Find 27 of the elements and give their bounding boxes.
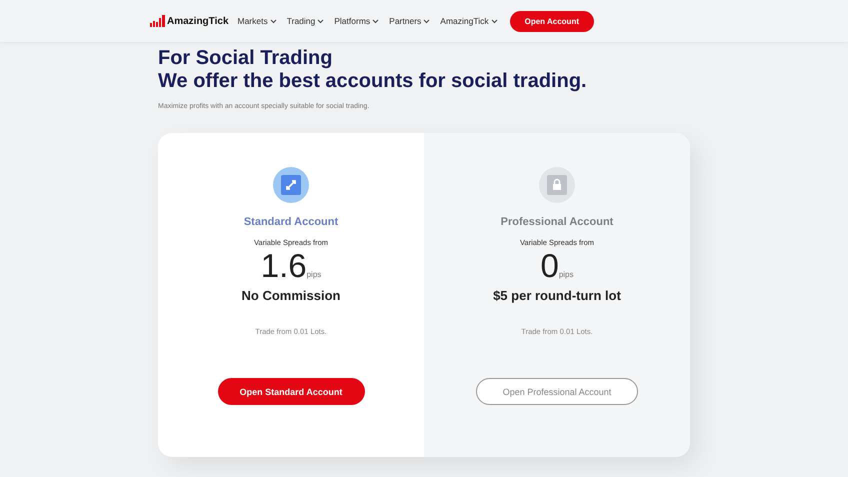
- chevron-down-icon: [372, 18, 380, 24]
- chevron-down-icon: [317, 18, 324, 24]
- nav-link[interactable]: Markets: [238, 16, 277, 26]
- page-heading: We offer the best accounts for social trading.: [158, 70, 588, 93]
- account-name: Standard Account: [244, 216, 338, 228]
- nav-link[interactable]: Trading: [286, 16, 324, 26]
- spread-unit: pips: [306, 270, 322, 279]
- bar-chart-icon: [150, 15, 166, 27]
- resize-icon: [273, 167, 309, 203]
- spread-unit: pips: [558, 270, 574, 279]
- page-heading: For Social Trading: [158, 47, 334, 70]
- nav-link[interactable]: Partners: [389, 16, 430, 26]
- nav-link[interactable]: Platforms: [334, 16, 380, 26]
- spread-value: 0: [540, 249, 559, 283]
- account-name: Professional Account: [500, 216, 614, 228]
- chevron-down-icon: [270, 18, 277, 24]
- open-account-button[interactable]: Open Account: [510, 10, 594, 32]
- commission: No Commission: [242, 288, 340, 303]
- logo-text[interactable]: AmazingTick: [167, 16, 228, 27]
- open-account-button[interactable]: Open Professional Account: [476, 378, 638, 405]
- lock-icon: [539, 167, 575, 203]
- open-account-button[interactable]: Open Standard Account: [218, 378, 364, 405]
- nav-link[interactable]: AmazingTick: [440, 16, 498, 26]
- commission: $5 per round-turn lot: [493, 288, 621, 303]
- spread-value: 1.6: [260, 249, 307, 283]
- chevron-down-icon: [423, 18, 430, 24]
- chevron-down-icon: [490, 18, 498, 24]
